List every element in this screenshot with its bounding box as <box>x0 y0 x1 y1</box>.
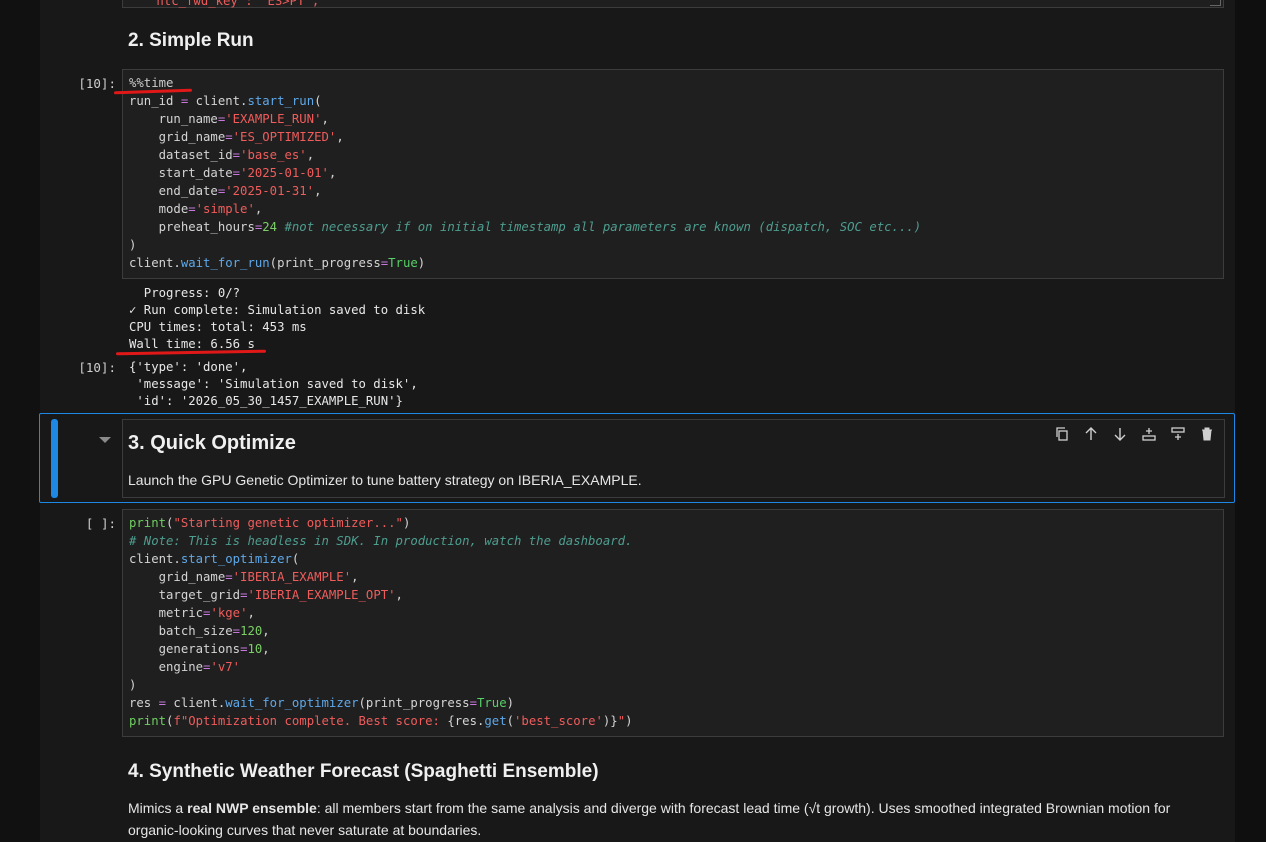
code-line: metric='kge', <box>129 606 255 620</box>
code-line: print(f"Optimization complete. Best scor… <box>129 714 633 728</box>
result-line: 'message': 'Simulation saved to disk', <box>129 377 418 391</box>
move-up-icon[interactable] <box>1083 426 1099 442</box>
code-line: client.start_optimizer( <box>129 552 300 566</box>
code-line: dataset_id='base_es', <box>129 148 315 162</box>
result-line: 'id': '2026_05_30_1457_EXAMPLE_RUN'} <box>129 394 403 408</box>
result-prompt: [10]: <box>78 360 116 375</box>
code-line: grid_name='ES_OPTIMIZED', <box>129 130 344 144</box>
output-line: ✓ Run complete: Simulation saved to disk <box>129 303 426 317</box>
code-line: engine='v7' <box>129 660 241 674</box>
code-line: ) <box>129 678 137 692</box>
code-line: end_date='2025-01-31', <box>129 184 322 198</box>
move-down-icon[interactable] <box>1112 426 1128 442</box>
code-line: res = client.wait_for_optimizer(print_pr… <box>129 696 515 710</box>
code-line: preheat_hours=24 #not necessary if on in… <box>129 220 922 234</box>
code-line: target_grid='IBERIA_EXAMPLE_OPT', <box>129 588 403 602</box>
cell-prompt: [ ]: <box>85 516 116 531</box>
code-line: batch_size=120, <box>129 624 270 638</box>
cell-prompt: [10]: <box>78 76 116 91</box>
code-line: mode='simple', <box>129 202 263 216</box>
code-line: run_id = client.start_run( <box>129 94 322 108</box>
code-line: generations=10, <box>129 642 270 656</box>
insert-above-icon[interactable] <box>1141 426 1157 442</box>
section-description-line2: organic-looking curves that never satura… <box>128 822 482 838</box>
insert-below-icon[interactable] <box>1170 426 1186 442</box>
section-description: Mimics a real NWP ensemble: all members … <box>128 800 1171 816</box>
code-line: run_name='EXAMPLE_RUN', <box>129 112 329 126</box>
result-line: {'type': 'done', <box>129 360 248 374</box>
collapse-chevron-icon[interactable] <box>99 437 111 443</box>
resize-handle-icon[interactable] <box>1210 0 1221 6</box>
code-line: client.wait_for_run(print_progress=True) <box>129 256 426 270</box>
section-heading-quick-optimize: 3. Quick Optimize <box>128 432 296 454</box>
copy-icon[interactable] <box>1054 426 1070 442</box>
code-cell-optimizer[interactable]: print("Starting genetic optimizer...") #… <box>122 509 1224 737</box>
code-line: ) <box>129 238 137 252</box>
code-cell-simple-run[interactable]: %%time run_id = client.start_run( run_na… <box>122 69 1224 279</box>
code-line: # Note: This is headless in SDK. In prod… <box>129 534 633 548</box>
delete-icon[interactable] <box>1199 426 1215 442</box>
cell-selection-bar[interactable] <box>51 419 58 498</box>
section-heading-weather: 4. Synthetic Weather Forecast (Spaghetti… <box>128 761 599 782</box>
code-line: grid_name='IBERIA_EXAMPLE', <box>129 570 359 584</box>
code-line: print("Starting genetic optimizer...") <box>129 516 411 530</box>
previous-code-cell[interactable]: 'ntc_fwd_key': 'ES>PT', <box>122 0 1224 8</box>
section-heading-simple-run: 2. Simple Run <box>128 30 254 51</box>
output-line: Progress: 0/? <box>129 286 241 300</box>
code-line: 'ntc_fwd_key': 'ES>PT', <box>149 0 320 8</box>
output-line: CPU times: total: 453 ms <box>129 320 307 334</box>
code-line: start_date='2025-01-01', <box>129 166 337 180</box>
section-description: Launch the GPU Genetic Optimizer to tune… <box>128 472 642 488</box>
scrollbar-track[interactable] <box>1235 0 1266 842</box>
